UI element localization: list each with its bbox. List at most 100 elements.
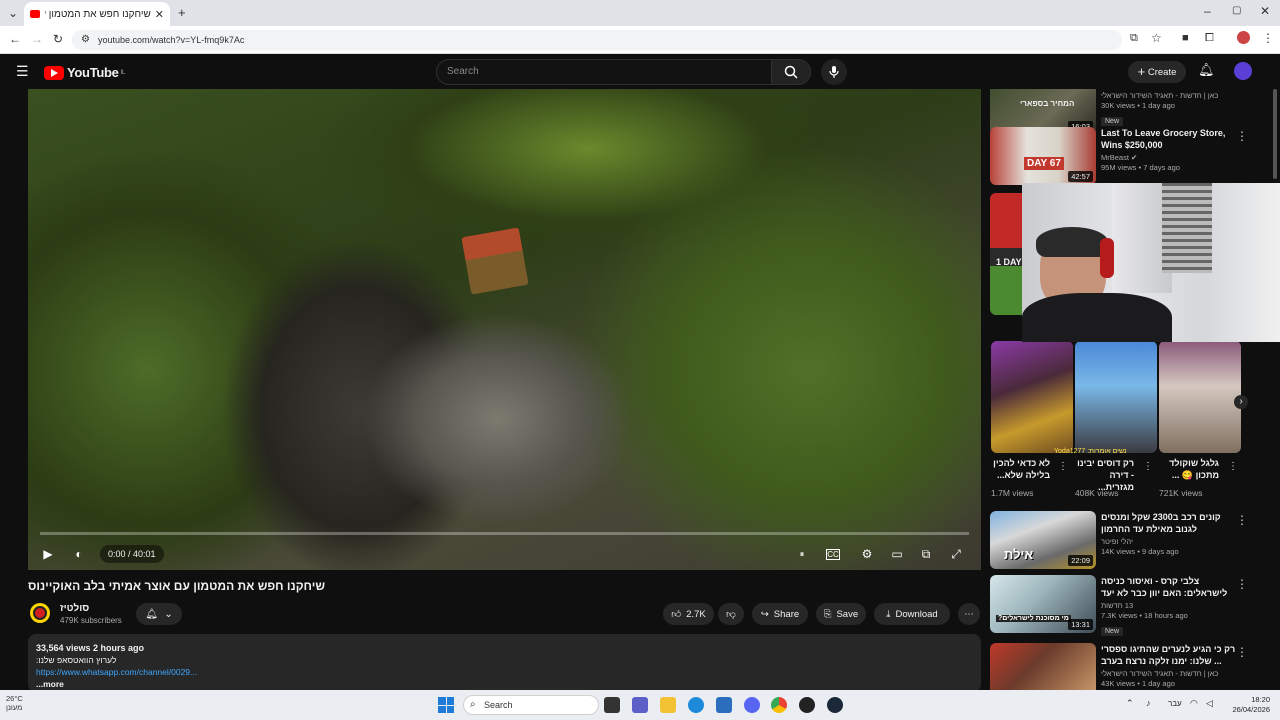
captions-icon[interactable]: CC xyxy=(826,549,840,560)
recommended-video-thumbnail-partial[interactable]: 1 DAY xyxy=(990,193,1022,315)
short-more-icon[interactable]: ⋮ xyxy=(1228,461,1238,472)
minimize-icon[interactable]: – xyxy=(1204,4,1211,18)
video-player[interactable]: ▶ ◐ 0:00 / 40:01 ⏸ CC ⚙ ▭ ⧉ ⤢ xyxy=(28,89,981,570)
download-button[interactable]: ⤓ Download xyxy=(874,603,950,625)
search-button[interactable] xyxy=(771,59,811,85)
more-options-icon[interactable]: ⋮ xyxy=(1236,129,1248,143)
short-title[interactable]: גלגל שוקולד מתכון 😋 ... xyxy=(1159,457,1219,481)
more-options-icon[interactable]: ⋮ xyxy=(1236,513,1248,527)
create-button[interactable]: + Create xyxy=(1128,61,1186,83)
channel-name[interactable]: 13 חדשות xyxy=(1101,601,1236,610)
bookmark-star-icon[interactable]: ☆ xyxy=(1151,31,1162,45)
subscribed-bell-button[interactable]: 🔔︎ ⌄ xyxy=(136,603,182,625)
short-thumbnail[interactable] xyxy=(1159,341,1241,453)
more-actions-button[interactable]: ⋯ xyxy=(958,603,980,625)
store-icon[interactable] xyxy=(716,697,732,713)
voice-search-button[interactable] xyxy=(821,59,847,85)
shorts-next-arrow-icon[interactable]: › xyxy=(1234,395,1248,409)
forward-icon[interactable]: → xyxy=(31,32,43,46)
close-tab-icon[interactable]: ✕ xyxy=(155,8,164,21)
wifi-icon[interactable]: ◠ xyxy=(1190,698,1198,709)
start-windows-icon[interactable] xyxy=(438,697,454,713)
fullscreen-icon[interactable]: ⤢ xyxy=(946,544,966,564)
channel-name[interactable]: יהלי ופיטר xyxy=(1101,537,1236,546)
account-avatar[interactable] xyxy=(1234,62,1252,80)
short-thumbnail[interactable] xyxy=(1075,341,1157,453)
recommended-video[interactable]: DAY 67 42:57 Last To Leave Grocery Store… xyxy=(990,127,1260,185)
file-explorer-icon[interactable] xyxy=(660,697,676,713)
search-input[interactable]: Search xyxy=(436,59,772,85)
video-thumbnail[interactable] xyxy=(990,643,1096,691)
video-thumbnail[interactable]: מי מסוכנת לישראלים? 13:31 xyxy=(990,575,1096,633)
channel-name[interactable]: סולטיז xyxy=(60,603,89,614)
browser-menu-icon[interactable]: ⋮ xyxy=(1262,31,1274,45)
weather-widget[interactable]: 26°C מעונן xyxy=(6,694,23,712)
video-thumbnail[interactable]: אילת 22:09 xyxy=(990,511,1096,569)
share-button[interactable]: ↪ Share xyxy=(752,603,808,625)
video-progress-bar[interactable] xyxy=(40,532,969,535)
channel-name[interactable]: כאן | חדשות - תאגיד השידור הישראלי xyxy=(1101,669,1236,678)
channel-name[interactable]: MrBeast ✔ xyxy=(1101,153,1236,162)
settings-gear-icon[interactable]: ⚙ xyxy=(857,544,877,564)
page-scrollbar[interactable] xyxy=(1272,89,1278,689)
play-button-icon[interactable]: ▶ xyxy=(38,544,58,564)
tray-chevron-icon[interactable]: ⌃ xyxy=(1126,698,1134,709)
whatsapp-link[interactable]: https://www.whatsapp.com/channel/0029... xyxy=(36,666,973,678)
short-thumbnail[interactable] xyxy=(991,341,1073,453)
miniplayer-icon[interactable]: ▭ xyxy=(887,544,907,564)
clock[interactable]: 18:20 26/04/2026 xyxy=(1222,695,1270,715)
hamburger-menu-icon[interactable]: ☰ xyxy=(16,63,29,80)
video-title[interactable]: קונים רכב ב2300 שקל ומנסים לגנוב מאילת ע… xyxy=(1101,511,1236,535)
obs-icon[interactable] xyxy=(799,697,815,713)
save-button[interactable]: ⎘ Save xyxy=(816,603,866,625)
steam-icon[interactable] xyxy=(827,697,843,713)
more-options-icon[interactable]: ⋮ xyxy=(1236,577,1248,591)
chrome-icon[interactable] xyxy=(771,697,787,713)
back-icon[interactable]: ← xyxy=(9,32,21,46)
extensions-puzzle-icon[interactable]: ⧠ xyxy=(1205,32,1214,45)
cast-icon[interactable]: ⧉ xyxy=(1130,32,1138,45)
channel-avatar[interactable] xyxy=(30,603,50,623)
tab-search-icon[interactable]: ⌄ xyxy=(8,6,18,20)
video-title[interactable]: Last To Leave Grocery Store, Wins $250,0… xyxy=(1101,127,1236,151)
more-options-icon[interactable]: ⋮ xyxy=(1236,645,1248,659)
taskbar-search[interactable]: ⌕ Search xyxy=(463,695,599,715)
reload-icon[interactable]: ↻ xyxy=(53,32,63,46)
video-thumbnail[interactable]: DAY 67 42:57 xyxy=(990,127,1096,185)
like-button[interactable]: 👍︎ 2.7K xyxy=(663,603,714,625)
video-title[interactable]: רק כי הגיע לנערים שהתיגו ספסרי ... שלנו:… xyxy=(1101,643,1236,667)
browser-tab[interactable]: שיחקנו חפש את המטמון עם אוצר אמיתי בלב ה… xyxy=(24,2,170,26)
discord-icon[interactable] xyxy=(744,697,760,713)
teams-icon[interactable] xyxy=(632,697,648,713)
scrollbar-thumb[interactable] xyxy=(1273,89,1277,179)
dislike-button[interactable]: 👎︎ xyxy=(718,603,744,625)
recommended-video[interactable]: אילת 22:09 קונים רכב ב2300 שקל ומנסים לג… xyxy=(990,511,1260,569)
short-title[interactable]: לא כדאי להכין בלילה שלא... xyxy=(990,457,1050,481)
volume-icon[interactable]: ◐ xyxy=(69,544,89,564)
description-box[interactable]: 33,564 views 2 hours ago לערוץ הוואטסאפ … xyxy=(28,634,981,692)
profile-avatar[interactable] xyxy=(1237,31,1250,44)
notifications-bell-icon[interactable]: 🔔︎ xyxy=(1198,62,1215,78)
extension-icon[interactable]: ■ xyxy=(1182,32,1189,44)
task-view-icon[interactable] xyxy=(604,697,620,713)
autoplay-toggle-icon[interactable]: ⏸ xyxy=(792,544,812,564)
site-info-icon[interactable]: ⚙ xyxy=(81,30,90,50)
recommended-video[interactable]: מי מסוכנת לישראלים? 13:31 צלבי קרס - ואי… xyxy=(990,575,1260,636)
video-title[interactable]: צלבי קרס - ואיסור כניסה לישראלים: האם יו… xyxy=(1101,575,1236,599)
edge-icon[interactable] xyxy=(688,697,704,713)
url-field[interactable]: ⚙ youtube.com/watch?v=YL-fmq9k7Ac xyxy=(72,30,1122,50)
short-more-icon[interactable]: ⋮ xyxy=(1143,461,1153,472)
speaker-icon[interactable]: ◁ xyxy=(1206,698,1213,709)
maximize-icon[interactable]: ▢ xyxy=(1232,5,1241,16)
youtube-logo[interactable]: YouTube IL xyxy=(44,65,125,80)
channel-name[interactable]: כאן | חדשות - תאגיד השידור הישראלי xyxy=(1101,91,1236,100)
recommended-video[interactable]: רק כי הגיע לנערים שהתיגו ספסרי ... שלנו:… xyxy=(990,643,1260,691)
show-more-link[interactable]: ...more xyxy=(36,678,973,690)
cast-to-tv-icon[interactable]: ⧉ xyxy=(916,544,936,564)
microphone-tray-icon[interactable]: ♪ xyxy=(1146,698,1151,708)
short-more-icon[interactable]: ⋮ xyxy=(1058,461,1068,472)
streamer-shirt xyxy=(1022,293,1172,342)
language-indicator[interactable]: עבר xyxy=(1168,699,1182,708)
new-tab-icon[interactable]: + xyxy=(178,5,186,20)
window-close-icon[interactable]: ✕ xyxy=(1260,4,1270,18)
